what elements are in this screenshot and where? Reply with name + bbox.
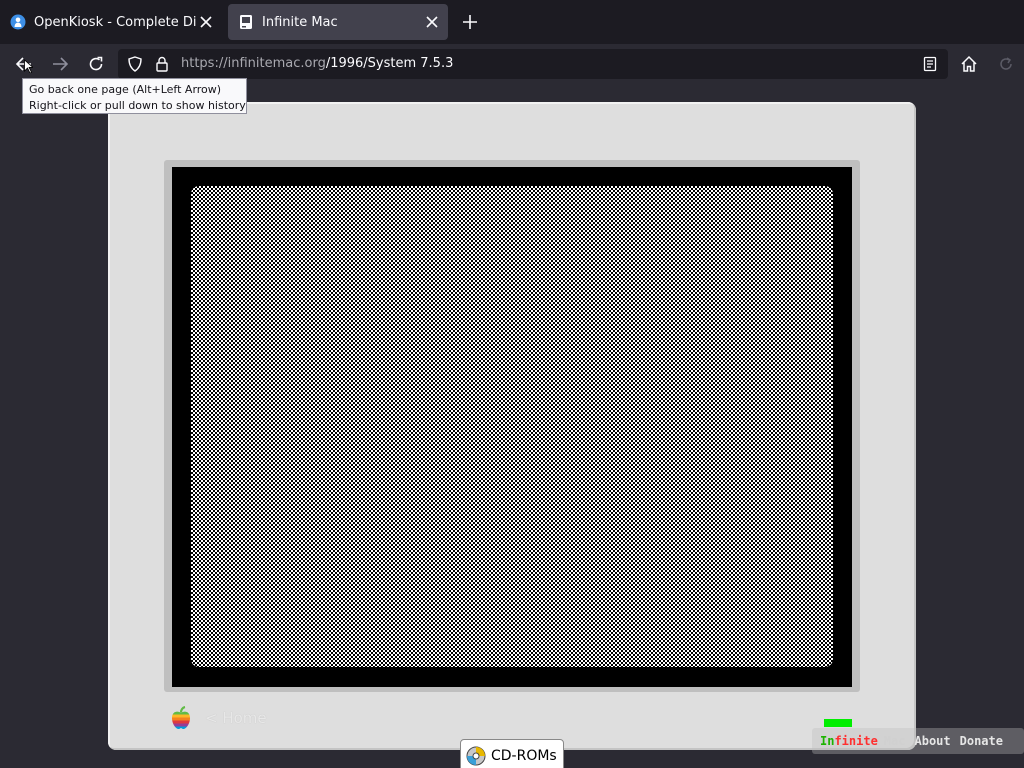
new-tab-plus-icon[interactable] bbox=[458, 10, 482, 34]
close-tab-icon[interactable] bbox=[422, 12, 442, 32]
tab-strip: OpenKiosk - Complete Distribut Infinite … bbox=[0, 0, 1024, 44]
openkiosk-icon bbox=[10, 14, 26, 30]
tracking-protection-shield-icon[interactable] bbox=[127, 56, 143, 72]
close-tab-icon[interactable] bbox=[196, 12, 216, 32]
home-link[interactable]: < Home bbox=[205, 709, 267, 727]
tab-infinite-mac[interactable]: Infinite Mac bbox=[228, 4, 448, 40]
about-link[interactable]: About bbox=[915, 734, 951, 748]
home-icon[interactable] bbox=[957, 52, 981, 76]
cd-disc-icon bbox=[466, 746, 486, 766]
apple-rainbow-logo-icon bbox=[170, 705, 192, 730]
lock-icon[interactable] bbox=[154, 56, 170, 72]
infinite-mac-icon bbox=[238, 14, 254, 30]
tooltip-line-2: Right-click or pull down to show history bbox=[29, 99, 246, 112]
tooltip-line-1: Go back one page (Alt+Left Arrow) bbox=[29, 83, 222, 96]
back-button-tooltip: Go back one page (Alt+Left Arrow) Right-… bbox=[22, 78, 247, 114]
url-host: https://infinitemac.org bbox=[181, 56, 326, 71]
url-path: /1996/System 7.5.3 bbox=[325, 56, 454, 71]
donate-link[interactable]: Donate bbox=[960, 734, 1003, 748]
tab-title: Infinite Mac bbox=[262, 14, 338, 30]
tab-title: OpenKiosk - Complete Distribut bbox=[34, 14, 196, 30]
address-bar[interactable]: https://infinitemac.org/1996/System 7.5.… bbox=[118, 49, 948, 79]
power-led bbox=[824, 719, 852, 727]
url-text[interactable]: https://infinitemac.org/1996/System 7.5.… bbox=[181, 56, 453, 71]
cd-roms-button[interactable]: CD-ROMs bbox=[460, 739, 564, 768]
infinite-mac-logo[interactable]: Infinite Mac bbox=[820, 734, 906, 748]
reader-view-icon[interactable] bbox=[922, 56, 938, 72]
forward-arrow-icon[interactable] bbox=[48, 52, 72, 76]
footer-links: Infinite Mac About Donate bbox=[812, 728, 1024, 754]
cd-roms-label: CD-ROMs bbox=[491, 748, 557, 764]
reload-icon[interactable] bbox=[84, 52, 108, 76]
back-button[interactable] bbox=[12, 52, 36, 76]
tab-openkiosk[interactable]: OpenKiosk - Complete Distribut bbox=[0, 4, 222, 40]
mac-desktop-pattern[interactable] bbox=[191, 186, 833, 667]
sync-icon[interactable] bbox=[994, 52, 1018, 76]
